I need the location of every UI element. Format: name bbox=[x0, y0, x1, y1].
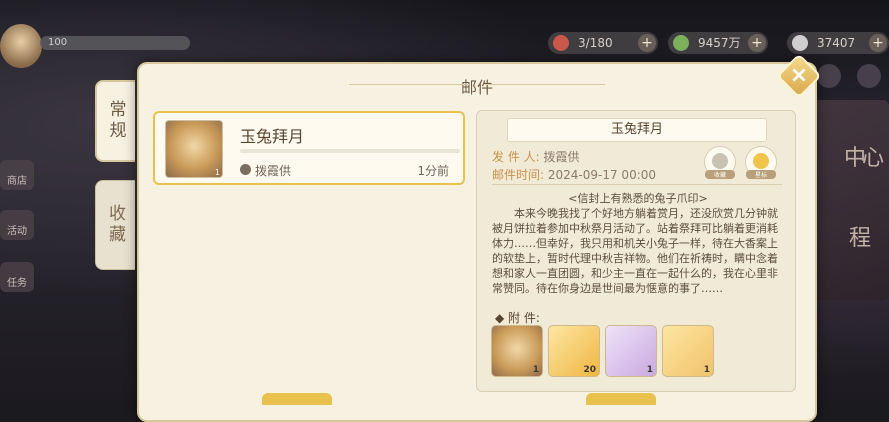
leaf-coin-value: 9457万 bbox=[698, 36, 741, 50]
sender-icon bbox=[240, 164, 251, 175]
add-stamina-button[interactable]: + bbox=[638, 34, 656, 52]
mail-body-text: 本来今晚我找了个好地方躺着赏月，还没欣赏几分钟就被月饼拉着参加中秋祭月活动了。站… bbox=[492, 207, 778, 295]
title-deco-right bbox=[485, 84, 605, 85]
mail-body: <信封上有熟悉的兔子爪印> 本来今晚我找了个好地方躺着赏月，还没欣赏几分钟就被月… bbox=[492, 191, 784, 296]
star-button[interactable]: 星标 bbox=[745, 146, 777, 179]
claim-all-button[interactable] bbox=[586, 393, 656, 405]
time-label: 邮件时间: bbox=[492, 168, 545, 182]
level-text: 100 bbox=[48, 37, 68, 48]
gem-icon bbox=[792, 35, 808, 51]
mail-body-heading: <信封上有熟悉的兔子爪印> bbox=[568, 192, 708, 205]
mail-divider bbox=[240, 149, 460, 153]
close-icon: × bbox=[789, 63, 809, 88]
left-nav-shop-label: 商店 bbox=[7, 176, 27, 187]
settings-icon[interactable] bbox=[857, 64, 881, 88]
collect-label: 收藏 bbox=[705, 170, 735, 179]
mail-time: 1分前 bbox=[417, 164, 449, 178]
attachment-rabbit-table[interactable]: 1 bbox=[662, 325, 714, 377]
detail-title: 玉兔拜月 bbox=[507, 118, 767, 142]
attachment-count: 1 bbox=[646, 365, 653, 375]
stamina-value: 3/180 bbox=[578, 36, 613, 50]
banner-char-2: 心 bbox=[862, 146, 885, 171]
top-hud: 100 3/180 + 9457万 + 37407 + bbox=[0, 30, 889, 56]
attachment-mooncake-crystal[interactable]: 20 bbox=[548, 325, 600, 377]
title-deco-left bbox=[349, 84, 469, 85]
top-right-icons bbox=[809, 64, 889, 100]
mail-list-item[interactable]: 1 玉兔拜月 拨霞供 1分前 bbox=[153, 111, 465, 185]
collect-button[interactable]: 收藏 bbox=[704, 146, 736, 179]
mail-thumbnail: 1 bbox=[165, 120, 223, 178]
stamina-resource: 3/180 + bbox=[548, 32, 658, 54]
collect-icon bbox=[712, 153, 728, 169]
sender-value: 拨霞供 bbox=[543, 150, 580, 164]
left-nav-event[interactable]: 活动 bbox=[0, 210, 34, 240]
time-value: 2024-09-17 00:00 bbox=[547, 168, 657, 182]
banner-char-3: 程 bbox=[849, 226, 872, 251]
gem-value: 37407 bbox=[817, 36, 856, 50]
detail-sender-row: 发 件 人: 拨霞供 bbox=[492, 148, 580, 165]
attachment-avatar-frame[interactable]: 1 bbox=[491, 325, 543, 377]
tab-favorites-label: 收藏 bbox=[105, 204, 125, 246]
attachment-list: 1 20 1 1 bbox=[491, 325, 791, 383]
left-nav-task-label: 任务 bbox=[7, 278, 27, 289]
panel-title-text: 邮件 bbox=[460, 78, 493, 97]
attachment-count: 1 bbox=[532, 365, 539, 375]
add-leaf-coin-button[interactable]: + bbox=[748, 34, 766, 52]
star-icon bbox=[753, 153, 769, 169]
delete-read-button[interactable] bbox=[262, 393, 332, 405]
add-gem-button[interactable]: + bbox=[869, 34, 887, 52]
attachment-rabbit-cake[interactable]: 1 bbox=[605, 325, 657, 377]
gem-resource: 37407 + bbox=[787, 32, 889, 54]
leaf-coin-resource: 9457万 + bbox=[668, 32, 768, 54]
mail-subject: 玉兔拜月 bbox=[240, 127, 305, 146]
mail-sender: 拨霞供 bbox=[255, 164, 292, 178]
level-bar: 100 bbox=[40, 36, 190, 50]
tab-general-label: 常规 bbox=[105, 100, 126, 142]
left-nav-task[interactable]: 任务 bbox=[0, 262, 34, 292]
menu-icon[interactable] bbox=[817, 64, 841, 88]
attach-label: ◆ 附 件: bbox=[495, 311, 540, 325]
thumb-count: 1 bbox=[214, 168, 220, 177]
stamina-icon bbox=[553, 35, 569, 51]
attachment-count: 20 bbox=[583, 365, 596, 375]
left-nav-shop[interactable]: 商店 bbox=[0, 160, 34, 190]
detail-divider bbox=[492, 184, 782, 185]
sender-label: 发 件 人: bbox=[492, 150, 540, 164]
panel-title: 邮件 bbox=[139, 74, 815, 98]
tab-favorites[interactable]: 收藏 bbox=[95, 180, 135, 270]
mail-detail: 玉兔拜月 发 件 人: 拨霞供 邮件时间: 2024-09-17 00:00 收… bbox=[476, 110, 796, 392]
tab-general[interactable]: 常规 bbox=[95, 80, 135, 162]
attachment-count: 1 bbox=[703, 365, 710, 375]
left-nav-event-label: 活动 bbox=[7, 226, 27, 237]
detail-time-row: 邮件时间: 2024-09-17 00:00 bbox=[492, 166, 656, 183]
star-label: 星标 bbox=[746, 170, 776, 179]
attach-label-text: 附 件: bbox=[508, 311, 540, 325]
leaf-coin-icon bbox=[673, 35, 689, 51]
